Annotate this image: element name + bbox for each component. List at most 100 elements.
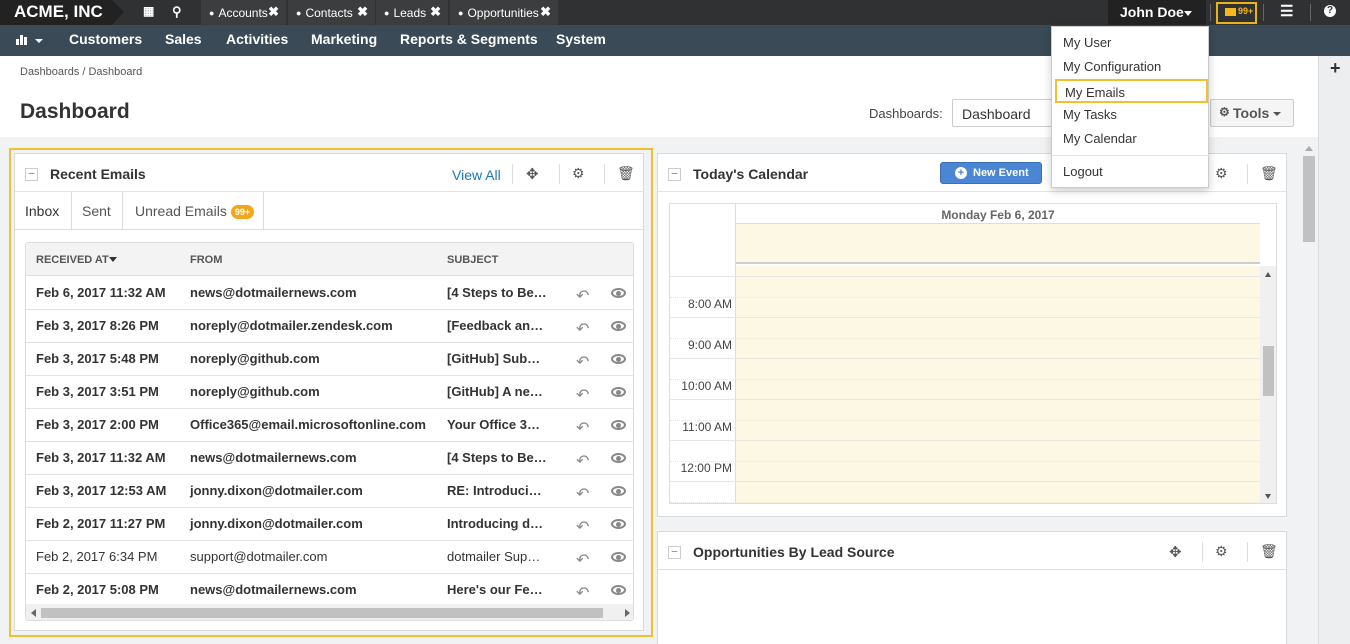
eye-icon[interactable] (611, 288, 626, 298)
scroll-up-icon[interactable] (1305, 146, 1313, 151)
view-all-link[interactable]: View All (452, 167, 501, 183)
chevron-down-icon (1184, 11, 1192, 16)
eye-icon[interactable] (611, 321, 626, 331)
tab-contacts[interactable]: ● Contacts ✖ (288, 0, 375, 25)
nav-item-activities[interactable]: Activities (226, 31, 288, 47)
collapse-icon[interactable]: – (25, 168, 38, 181)
reply-icon[interactable]: ↶ (576, 286, 589, 306)
horizontal-scrollbar[interactable] (26, 604, 633, 620)
scroll-up-icon[interactable] (1265, 272, 1271, 277)
dot-icon: ● (458, 8, 464, 18)
eye-icon[interactable] (611, 420, 626, 430)
calendar-scrollbar[interactable] (1260, 266, 1276, 503)
bar-chart-icon[interactable] (16, 33, 30, 45)
tools-button[interactable]: ⚙ Tools (1210, 99, 1294, 127)
reply-icon[interactable]: ↶ (576, 484, 589, 504)
reply-icon[interactable]: ↶ (576, 550, 589, 570)
user-menu-toggle[interactable]: John Doe (1108, 0, 1206, 25)
column-from[interactable]: FROM (190, 254, 222, 266)
close-icon[interactable]: ✖ (540, 4, 551, 20)
eye-icon[interactable] (611, 552, 626, 562)
tab-unread-emails[interactable]: Unread Emails 99+ (123, 192, 264, 229)
column-received-at[interactable]: RECEIVED AT (36, 254, 117, 266)
collapse-icon[interactable]: – (668, 546, 681, 559)
add-widget-icon[interactable]: + (1330, 58, 1341, 79)
trash-icon[interactable]: 🗑 (1260, 543, 1278, 560)
table-row[interactable]: Feb 2, 2017 11:27 PM jonny.dixon@dotmaile… (26, 508, 633, 541)
page-scrollbar[interactable] (1302, 140, 1316, 644)
close-icon[interactable]: ✖ (357, 4, 368, 20)
reply-icon[interactable]: ↶ (576, 352, 589, 372)
eye-icon[interactable] (611, 519, 626, 529)
gear-icon[interactable]: ⚙ (1215, 543, 1228, 560)
table-row[interactable]: Feb 3, 2017 3:51 PM noreply@github.com [Gi… (26, 376, 633, 409)
eye-icon[interactable] (611, 453, 626, 463)
tab-opportunities[interactable]: ● Opportunities ✖ (450, 0, 558, 25)
trash-icon[interactable]: 🗑 (1260, 165, 1278, 182)
search-icon[interactable]: ⚲ (172, 4, 182, 20)
reply-icon[interactable]: ↶ (576, 418, 589, 438)
table-row[interactable]: Feb 6, 2017 11:32 AM news@dotmailernews.c… (26, 277, 633, 310)
gear-icon[interactable]: ⚙ (572, 165, 585, 182)
menu-item-my-emails[interactable]: My Emails (1055, 79, 1208, 103)
chevron-down-icon[interactable] (35, 39, 43, 43)
brand-logo[interactable]: ACME, INC (0, 0, 124, 25)
menu-item-logout[interactable]: Logout (1052, 160, 1210, 184)
eye-icon[interactable] (611, 354, 626, 364)
dashboard-select[interactable]: Dashboard (952, 99, 1052, 127)
table-row[interactable]: Feb 3, 2017 12:53 AM jonny.dixon@dotmaile… (26, 475, 633, 508)
table-row[interactable]: Feb 3, 2017 5:48 PM noreply@github.com [Gi… (26, 343, 633, 376)
reply-icon[interactable]: ↶ (576, 385, 589, 405)
menu-item-my-calendar[interactable]: My Calendar (1052, 127, 1210, 151)
move-icon[interactable]: ✥ (526, 165, 539, 183)
scrollbar-thumb[interactable] (41, 608, 603, 618)
help-icon[interactable]: ? (1324, 5, 1336, 17)
menu-item-my-tasks[interactable]: My Tasks (1052, 103, 1210, 127)
scroll-right-icon[interactable] (625, 609, 630, 617)
table-row[interactable]: Feb 3, 2017 2:00 PM Office365@email.micro… (26, 409, 633, 442)
eye-icon[interactable] (611, 387, 626, 397)
table-row[interactable]: Feb 3, 2017 8:26 PM noreply@dotmailer.zen… (26, 310, 633, 343)
reply-icon[interactable]: ↶ (576, 451, 589, 471)
reply-icon[interactable]: ↶ (576, 319, 589, 339)
scroll-down-icon[interactable] (1265, 494, 1271, 499)
new-event-button[interactable]: + New Event (940, 162, 1042, 184)
table-row[interactable]: Feb 2, 2017 5:08 PM news@dotmailernews.co… (26, 574, 633, 607)
tab-accounts[interactable]: ● Accounts ✖ (201, 0, 286, 25)
recently-viewed-icon[interactable]: ▦ (143, 4, 154, 18)
table-row[interactable]: Feb 3, 2017 11:32 AM news@dotmailernews.c… (26, 442, 633, 475)
scroll-left-icon[interactable] (31, 609, 36, 617)
menu-item-my-configuration[interactable]: My Configuration (1052, 55, 1210, 79)
reply-icon[interactable]: ↶ (576, 583, 589, 603)
eye-icon[interactable] (611, 486, 626, 496)
column-label: RECEIVED AT (36, 254, 109, 266)
tab-sent[interactable]: Sent (72, 192, 123, 229)
menu-item-my-user[interactable]: My User (1052, 31, 1210, 55)
nav-item-marketing[interactable]: Marketing (311, 31, 377, 47)
nav-item-customers[interactable]: Customers (69, 31, 142, 47)
column-subject[interactable]: SUBJECT (447, 254, 498, 266)
move-icon[interactable]: ✥ (1169, 543, 1182, 561)
hamburger-menu-icon[interactable]: ☰ (1280, 2, 1293, 20)
table-row[interactable]: Feb 2, 2017 6:34 PM support@dotmailer.com… (26, 541, 633, 574)
close-icon[interactable]: ✖ (430, 4, 441, 20)
scrollbar-thumb[interactable] (1263, 346, 1274, 396)
reply-icon[interactable]: ↶ (576, 517, 589, 537)
mail-notifications-button[interactable]: 99+ (1216, 2, 1257, 24)
all-day-slot[interactable] (736, 224, 1260, 264)
breadcrumb[interactable]: Dashboards / Dashboard (20, 66, 142, 78)
top-bar: ACME, INC ▦ ⚲ ● Accounts ✖ ● Contacts ✖ ● Lea… (0, 0, 1350, 25)
nav-item-reports-segments[interactable]: Reports & Segments (400, 31, 538, 47)
collapse-icon[interactable]: – (668, 168, 681, 181)
gear-icon[interactable]: ⚙ (1215, 165, 1228, 182)
tab-inbox[interactable]: Inbox (15, 192, 72, 229)
scrollbar-thumb[interactable] (1303, 156, 1315, 242)
close-icon[interactable]: ✖ (268, 4, 279, 20)
time-slot-line (670, 460, 1260, 462)
trash-icon[interactable]: 🗑 (617, 165, 635, 182)
day-column[interactable] (736, 266, 1260, 503)
nav-item-system[interactable]: System (556, 31, 606, 47)
eye-icon[interactable] (611, 585, 626, 595)
tab-leads[interactable]: ● Leads ✖ (376, 0, 448, 25)
nav-item-sales[interactable]: Sales (165, 31, 202, 47)
